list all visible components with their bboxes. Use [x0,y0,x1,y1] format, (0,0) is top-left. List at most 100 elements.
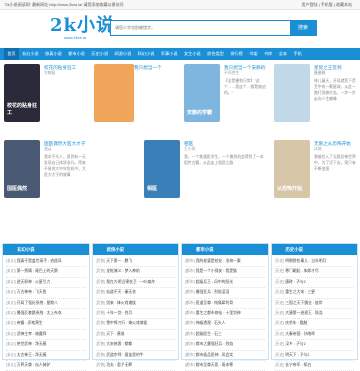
book-link[interactable]: 雪中悍刀行 : 烽火戏诸侯 [106,321,147,325]
book-link[interactable]: 明天下 : 孑与2 [285,353,309,357]
book-card[interactable]: 相医 相医 王小凤 我，一个普通医学生，一个偶然机会得到了一本祖传古籍，从此走上相医之… [140,140,268,206]
nav-item[interactable]: 历史小说 [88,48,111,60]
book-link[interactable]: 寒门崛起 : 朱郎才尽 [285,269,319,273]
list-item[interactable]: [历史]重生之大宋 : 三更 [274,288,354,299]
book-link[interactable]: 重生之都市修仙 : 十里剑神 [196,311,241,315]
list-item[interactable]: [历史]汉乡 : 孑与2 [274,340,354,351]
nav-item[interactable]: 手机 [290,48,305,60]
book-link[interactable]: 十年一剑 : 苍月 [106,311,132,315]
list-item[interactable]: [玄幻]太古神王 : 净无痕 [6,351,86,361]
list-item[interactable]: [历史]三国之天下霸业 : 彼岸 [274,299,354,309]
list-item[interactable]: [都市]医道至尊 : 纯情犀利哥 [185,299,265,309]
book-card[interactable]: 星际之王签到 曼曼静 林儿童天，开局就签下荒芜中的一颗星球，从此一路打怪做任务，一步… [270,64,356,130]
list-item[interactable]: [历史]唐砖 : 孑与2 [274,278,354,289]
list-item[interactable]: [武侠]十年一剑 : 苍月 [95,309,175,320]
nav-item[interactable]: 女生小说 [181,48,204,60]
book-link[interactable]: 最强狂兵 : 烈焰滔滔 [196,290,230,294]
book-link[interactable]: 重生之大宋 : 三更 [285,290,315,294]
book-link[interactable]: 最强反套路系统 : 太上布衣 [17,311,62,315]
list-item[interactable]: [历史]寒门崛起 : 朱郎才尽 [274,267,354,278]
list-item[interactable]: [历史]大秦帝国 : 孙皓晖 [274,330,354,341]
nav-item[interactable]: 书架 [246,48,261,60]
book-link[interactable]: 武道宗师 : 蚕茧里的牛 [106,353,143,357]
list-item[interactable]: [历史]长宁帝军 : 知白 [274,361,354,371]
list-item[interactable]: [都市]我的老婆是校花 : 沧海一粟 [185,257,265,268]
book-link[interactable]: 天下 : 黄易 [106,332,124,336]
list-item[interactable]: [武侠]雪中悍刀行 : 烽火戏诸侯 [95,319,175,330]
column-title[interactable]: 历史小说 [271,244,357,255]
book-card[interactable]: 从恐怖开始 无限之从恐怖开始 从前 我被拉入了无限恐怖世界中，为了活下去，我只有不断变… [270,140,356,206]
column-title[interactable]: 玄幻小说 [3,244,89,255]
book-card[interactable]: 校花的贴身狂工 校花的贴身狂工 方翰昌 [0,64,86,130]
book-link[interactable]: 庆余年 : 猫腻 [285,321,307,325]
list-item[interactable]: [武侠]武道宗师 : 蚕茧里的牛 [95,351,175,361]
list-item[interactable]: [都市]神级透视 : 石头人 [185,319,265,330]
list-item[interactable]: [玄幻]帝霸 : 厌笔萧生 [6,319,86,330]
book-link[interactable]: 我的老婆是校花 : 沧海一粟 [196,259,241,263]
book-link[interactable]: 剑来 : 烽火戏诸侯 [106,301,136,305]
list-item[interactable]: [历史]明天下 : 孑与2 [274,351,354,361]
book-link[interactable]: 帝霸 : 厌笔萧生 [17,321,43,325]
book-link[interactable]: 超级兵王 : 风中的阳光 [196,280,233,284]
list-item[interactable]: [玄幻]我真不是盖世高手 : 逍遥风 [6,257,86,268]
book-link[interactable]: 都市极品医神 : 风会笑 [196,353,233,357]
book-link[interactable]: 汉乡 : 孑与2 [285,342,305,346]
nav-item[interactable]: 都市小说 [65,48,88,60]
column-title[interactable]: 都市小说 [182,244,268,255]
book-title[interactable]: 相医 [184,141,264,147]
book-link[interactable]: 大唐第一逍遥王 : 陆浩 [285,311,322,315]
nav-item[interactable]: 排行榜 [227,48,246,60]
list-item[interactable]: [都市]超级兵王 : 风中的阳光 [185,278,265,289]
list-item[interactable]: [历史]庆余年 : 猫腻 [274,319,354,330]
nav-item[interactable]: 综合类型 [204,48,227,60]
list-item[interactable]: [武侠]大宋侠客 : 都都 [95,340,175,351]
book-link[interactable]: 大秦帝国 : 孙皓晖 [285,332,315,336]
list-item[interactable]: [玄幻]开局了强化系统 : 星期八 [6,299,86,309]
book-link[interactable]: 逆天邪神 : 火星引力 [17,280,51,284]
book-link[interactable]: 万界天尊 : 仙人骑驴 [17,363,51,367]
book-link[interactable]: 唐砖 : 孑与2 [285,280,305,284]
list-item[interactable]: [都市]超级医生 : 石三 [185,330,265,341]
book-link[interactable]: 我是一个小保安 : 我是猫 [196,269,237,273]
nav-item[interactable]: 首页 [4,48,19,60]
book-card[interactable]: 安静的学霸我只想当一个安静的学霸不问苍生【全是梗和日常】"这个……我这个…都是被… [180,64,266,130]
book-link[interactable]: 大宋侠客 : 都都 [106,342,132,346]
book-link[interactable]: 开局了强化系统 : 星期八 [17,301,58,305]
nav-item[interactable]: 网游小说 [111,48,134,60]
book-link[interactable]: 都市至尊天医 : 雨未寒 [196,363,233,367]
list-item[interactable]: [武侠]仙道不灭 : 秦无衣 [95,288,175,299]
book-cover[interactable]: 校花的贴身狂工 [4,64,40,122]
list-item[interactable]: [都市]重生之都市修仙 : 十里剑神 [185,309,265,320]
nav-item[interactable]: 书库 [261,48,276,60]
search-input[interactable] [111,21,289,33]
list-item[interactable]: [玄幻]最强反套路系统 : 太上布衣 [6,309,86,320]
book-link[interactable]: 三国之天下霸业 : 彼岸 [285,301,322,305]
nav-item[interactable]: 全本 [276,48,291,60]
list-item[interactable]: [都市]我是一个小保安 : 我是猫 [185,267,265,278]
book-cover[interactable]: 安静的学霸 [184,64,220,122]
nav-item[interactable]: 玄幻小说 [19,48,42,60]
book-link[interactable]: 我在大明当锦衣卫 : 一叶扁舟 [106,280,155,284]
list-item[interactable]: [都市]最强狂兵 : 烈焰滔滔 [185,288,265,299]
book-cover[interactable] [274,64,310,122]
book-link[interactable]: 武神主宰 : 暗魔师 [17,332,47,336]
book-link[interactable]: 龙蛇演义 : 梦入神机 [106,269,140,273]
book-card[interactable]: 我只想当一个 [90,64,176,130]
book-cover[interactable]: 从恐怖开始 [274,140,310,198]
book-link[interactable]: 功夫 : 君子无罪 [106,363,132,367]
book-link[interactable]: 太古神王 : 净无痕 [17,353,47,357]
site-logo[interactable]: 2k小说 www.2kxs.la [50,16,116,42]
list-item[interactable]: [武侠]天下 : 黄易 [95,330,175,341]
list-item[interactable]: [玄幻]武神主宰 : 暗魔师 [6,330,86,341]
nav-item[interactable]: 修真小说 [42,48,65,60]
book-link[interactable]: 仙道不灭 : 秦无衣 [106,290,136,294]
book-link[interactable]: 长宁帝军 : 知白 [285,363,311,367]
nav-item[interactable]: 军事小说 [158,48,181,60]
book-link[interactable]: 我真不是盖世高手 : 逍遥风 [17,259,62,263]
list-item[interactable]: [武侠]功夫 : 君子无罪 [95,361,175,371]
list-item[interactable]: [玄幻]绝世武神 : 净无痕 [6,340,86,351]
list-item[interactable]: [武侠]剑来 : 烽火戏诸侯 [95,299,175,309]
book-link[interactable]: 超级医生 : 石三 [196,332,222,336]
list-item[interactable]: [历史]大唐第一逍遥王 : 陆浩 [274,309,354,320]
list-item[interactable]: [都市]都市至尊天医 : 雨未寒 [185,361,265,371]
